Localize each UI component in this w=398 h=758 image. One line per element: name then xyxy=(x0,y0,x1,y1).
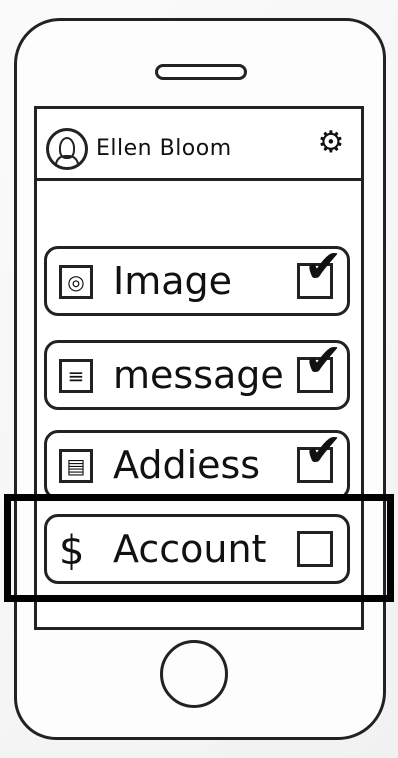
checkbox-address[interactable]: ✔ xyxy=(297,424,343,483)
list-item-label: Addiess xyxy=(113,443,261,487)
checkmark-icon: ✔ xyxy=(304,333,343,387)
phone-speaker xyxy=(155,64,247,80)
home-button[interactable] xyxy=(160,640,228,708)
message-icon: ≡ xyxy=(59,359,93,393)
list-item-image[interactable]: ◎ Image ✔ xyxy=(44,240,350,316)
highlight-box xyxy=(4,494,394,602)
address-card-icon: ▤ xyxy=(59,449,93,483)
avatar-icon[interactable] xyxy=(46,128,88,170)
header-divider xyxy=(34,178,364,181)
list-item-address[interactable]: ▤ Addiess ✔ xyxy=(44,424,350,500)
list-item-label: Image xyxy=(113,259,233,303)
user-name: Ellen Bloom xyxy=(96,136,232,161)
checkbox-image[interactable]: ✔ xyxy=(297,240,343,299)
list-item-message[interactable]: ≡ message ✔ xyxy=(44,334,350,410)
checkbox-message[interactable]: ✔ xyxy=(297,334,343,393)
camera-icon: ◎ xyxy=(59,265,93,299)
list-item-label: message xyxy=(113,353,284,397)
checkmark-icon: ✔ xyxy=(304,239,343,293)
checkmark-icon: ✔ xyxy=(304,423,343,477)
gear-icon[interactable]: ⚙ xyxy=(314,126,348,160)
